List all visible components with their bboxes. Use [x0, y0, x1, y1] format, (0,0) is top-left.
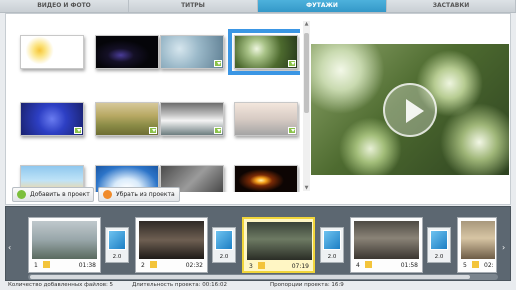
add-to-project-label: Добавить в проект: [30, 191, 90, 198]
orange-up-arrow-icon: [103, 190, 112, 199]
slide-duration: 02:: [484, 262, 494, 269]
remove-from-project-label: Убрать из проекта: [116, 191, 175, 198]
footage-thumb-candle[interactable]: [234, 165, 298, 192]
footage-thumb-field[interactable]: [95, 102, 159, 136]
tab-footage[interactable]: ФУТАЖИ: [258, 0, 387, 12]
transition-duration: 2.0: [219, 254, 229, 260]
timeline-slide-5[interactable]: 5 02:: [457, 217, 497, 273]
slide-number: 4: [356, 262, 360, 269]
slide-duration: 07:19: [291, 263, 309, 270]
footage-panel: ▲ ▼: [5, 13, 511, 205]
transition-3[interactable]: 2.0: [320, 227, 344, 263]
tab-intros[interactable]: ЗАСТАВКИ: [387, 0, 516, 12]
slide-number: 3: [249, 263, 253, 270]
slide-number: 5: [463, 262, 467, 269]
edit-icon[interactable]: [472, 261, 479, 268]
status-project-duration: Длительность проекта: 00:16:02: [132, 282, 227, 288]
slide-thumbnail: [32, 221, 97, 259]
download-badge-icon: [288, 60, 296, 67]
timeline-right-arrow-icon[interactable]: ›: [502, 243, 505, 252]
transition-duration: 2.0: [112, 254, 122, 260]
transition-duration: 2.0: [434, 254, 444, 260]
download-badge-icon: [288, 127, 296, 134]
timeline-slide-2[interactable]: 2 02:32: [135, 217, 208, 273]
slide-duration: 02:32: [185, 262, 203, 269]
timeline-slide-4[interactable]: 4 01:58: [350, 217, 423, 273]
scrollbar-thumb[interactable]: [304, 33, 309, 113]
tab-bar: ВИДЕО И ФОТО ТИТРЫ ФУТАЖИ ЗАСТАВКИ: [0, 0, 516, 13]
transition-2[interactable]: 2.0: [212, 227, 236, 263]
timeline-scrollbar-thumb[interactable]: [30, 275, 470, 279]
timeline-slide-3[interactable]: 3 07:19: [242, 217, 315, 273]
transition-icon: [323, 230, 341, 250]
status-project-ratio: Пропорции проекта: 16:9: [270, 282, 344, 288]
edit-icon[interactable]: [150, 261, 157, 268]
green-download-arrow-icon: [17, 190, 26, 199]
slide-number: 2: [141, 262, 145, 269]
slide-duration: 01:38: [78, 262, 96, 269]
tab-video-photo[interactable]: ВИДЕО И ФОТО: [0, 0, 129, 12]
slide-thumbnail: [247, 222, 312, 260]
transition-duration: 2.0: [327, 254, 337, 260]
timeline-scrollbar[interactable]: [28, 274, 498, 280]
add-to-project-button[interactable]: Добавить в проект: [12, 187, 94, 202]
footage-thumb-golden-particles[interactable]: [20, 35, 84, 69]
footage-thumb-pebbles[interactable]: [234, 102, 298, 136]
footage-thumb-raindrops[interactable]: [160, 35, 224, 69]
footage-thumb-bokeh-selected[interactable]: [228, 29, 300, 75]
download-badge-icon: [214, 127, 222, 134]
slide-thumbnail: [354, 221, 419, 259]
footage-preview[interactable]: [311, 44, 509, 175]
footage-thumb-wave[interactable]: [160, 102, 224, 136]
transition-icon: [430, 230, 448, 250]
edit-icon[interactable]: [258, 262, 265, 269]
transition-4[interactable]: 2.0: [427, 227, 451, 263]
download-badge-icon: [149, 127, 157, 134]
download-badge-icon: [74, 127, 82, 134]
app-window: ВИДЕО И ФОТО ТИТРЫ ФУТАЖИ ЗАСТАВКИ ▲ ▼ Д…: [0, 0, 516, 290]
scroll-down-icon[interactable]: ▼: [303, 185, 310, 191]
footage-scrollbar[interactable]: ▲ ▼: [303, 21, 310, 191]
timeline-slide-1[interactable]: 1 01:38: [28, 217, 101, 273]
status-file-count: Количество добавленных файлов: 5: [8, 282, 114, 288]
transition-icon: [215, 230, 233, 250]
scroll-up-icon[interactable]: ▲: [303, 21, 310, 27]
footage-thumb-dark-light[interactable]: [95, 35, 159, 69]
timeline: 1 01:38 2.0 2 02:32 2.0 3 07:19 2.0 4 01…: [5, 206, 511, 281]
footage-grid: [10, 20, 300, 192]
tab-titles[interactable]: ТИТРЫ: [129, 0, 258, 12]
slide-duration: 01:58: [400, 262, 418, 269]
timeline-left-arrow-icon[interactable]: ‹: [8, 243, 11, 252]
edit-icon[interactable]: [43, 261, 50, 268]
status-bar: Количество добавленных файлов: 5 Длитель…: [0, 282, 516, 290]
slide-thumbnail: [139, 221, 204, 259]
remove-from-project-button[interactable]: Убрать из проекта: [98, 187, 180, 202]
transition-icon: [108, 230, 126, 250]
slide-number: 1: [34, 262, 38, 269]
footage-thumb-blue-flower[interactable]: [20, 102, 84, 136]
transition-1[interactable]: 2.0: [105, 227, 129, 263]
edit-icon[interactable]: [365, 261, 372, 268]
play-icon[interactable]: [383, 83, 437, 137]
download-badge-icon: [214, 60, 222, 67]
slide-thumbnail: [461, 221, 495, 259]
